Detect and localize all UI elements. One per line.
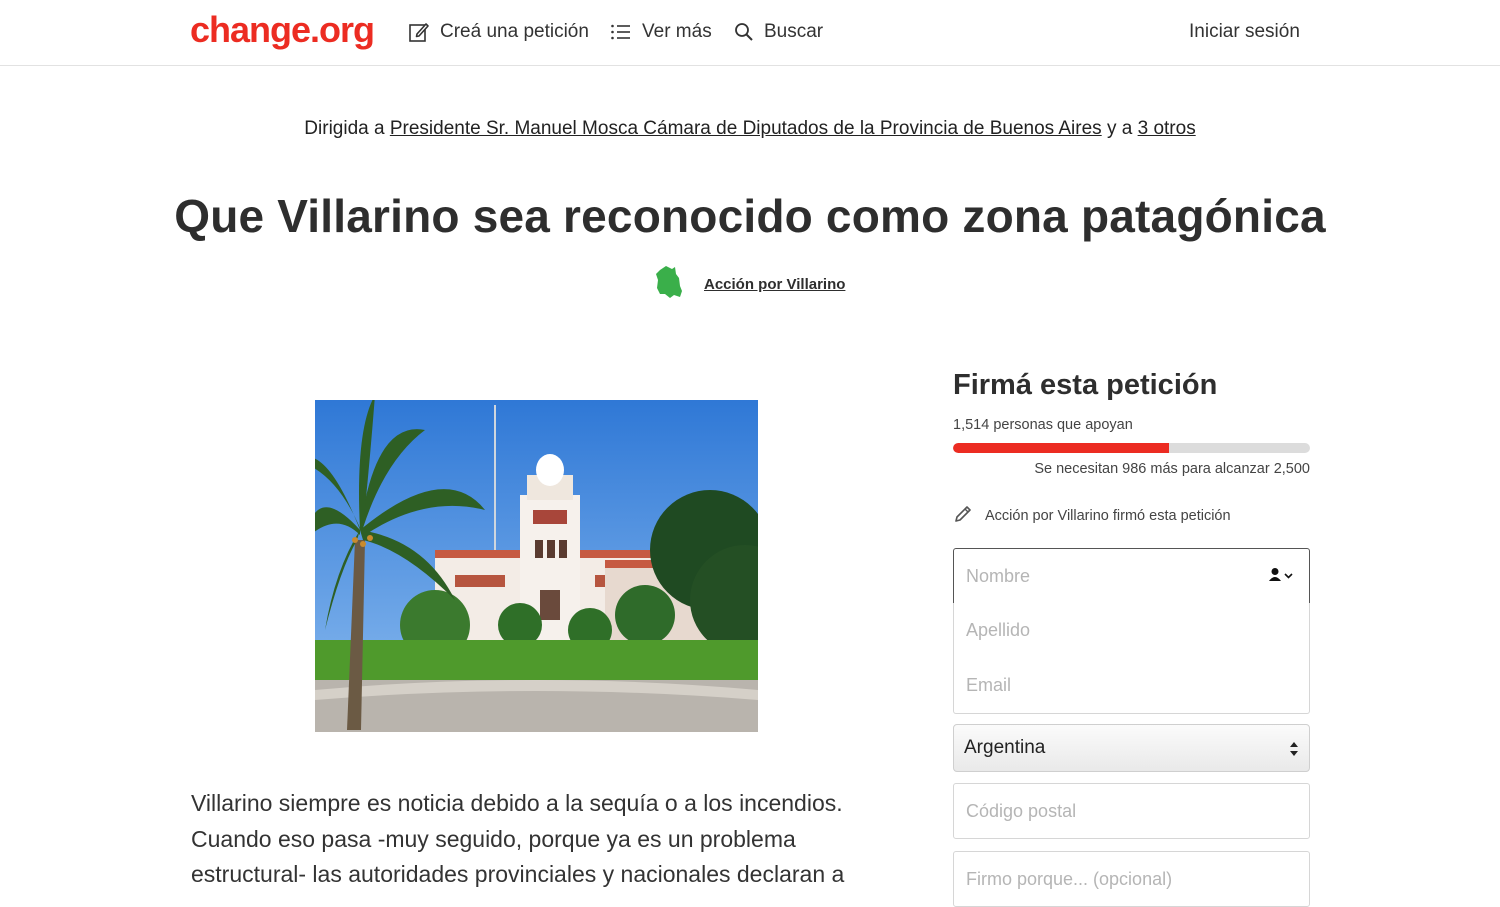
zip-code-field[interactable]: Código postal [953,783,1310,839]
petition-image [315,400,758,732]
other-targets-link[interactable]: 3 otros [1138,118,1196,139]
decision-maker-link[interactable]: Presidente Sr. Manuel Mosca Cámara de Di… [390,118,1102,139]
zip-code-placeholder: Código postal [966,800,1077,821]
country-selected-value: Argentina [964,737,1046,758]
country-select[interactable]: Argentina [953,724,1310,772]
search-link[interactable]: Buscar [734,18,823,46]
supporters-count: 1,514 personas que apoyan [953,417,1133,433]
petition-target: Dirigida a Presidente Sr. Manuel Mosca C… [0,116,1500,142]
sign-petition-heading: Firmá esta petición [953,369,1218,401]
petition-description: Villarino siempre es noticia debido a la… [191,790,845,887]
first-name-field[interactable]: Nombre [953,548,1310,604]
author-avatar-icon [654,264,684,305]
last-name-placeholder: Apellido [966,620,1031,640]
top-navigation-bar: change.org Creá una petición Ver más Bus… [0,0,1500,66]
last-name-field[interactable]: Apellido [953,603,1310,659]
select-arrows-icon [1289,739,1299,759]
see-more-label: Ver más [642,21,712,42]
signature-progress-bar [953,443,1310,453]
reason-placeholder: Firmo porque... (opcional) [966,868,1173,889]
see-more-menu[interactable]: Ver más [610,18,712,46]
petition-author[interactable]: Acción por Villarino [654,264,845,305]
first-name-placeholder: Nombre [966,565,1031,586]
edit-icon [408,21,430,43]
search-label: Buscar [764,21,824,42]
email-field[interactable]: Email [953,658,1310,714]
create-petition-label: Creá una petición [440,21,589,42]
create-petition-link[interactable]: Creá una petición [408,18,589,46]
reason-field[interactable]: Firmo porque... (opcional) [953,851,1310,907]
search-icon [734,22,754,42]
recent-signer: Acción por Villarino firmó esta petición [953,504,1231,528]
author-name-link[interactable]: Acción por Villarino [704,276,845,293]
pencil-icon [953,504,973,528]
email-placeholder: Email [966,675,1012,695]
login-link[interactable]: Iniciar sesión [1189,18,1300,46]
signatures-needed: Se necesitan 986 más para alcanzar 2,500 [1034,461,1310,477]
signature-progress-fill [953,443,1170,453]
directed-join: y a [1106,118,1133,139]
login-label: Iniciar sesión [1189,21,1300,42]
autofill-contact-icon[interactable] [1269,567,1295,583]
petition-title: Que Villarino sea reconocido como zona p… [174,190,1326,242]
directed-prefix: Dirigida a [304,118,385,139]
list-icon [610,22,632,42]
change-org-logo[interactable]: change.org [190,10,375,50]
recent-signer-text: Acción por Villarino firmó esta petición [985,508,1231,524]
